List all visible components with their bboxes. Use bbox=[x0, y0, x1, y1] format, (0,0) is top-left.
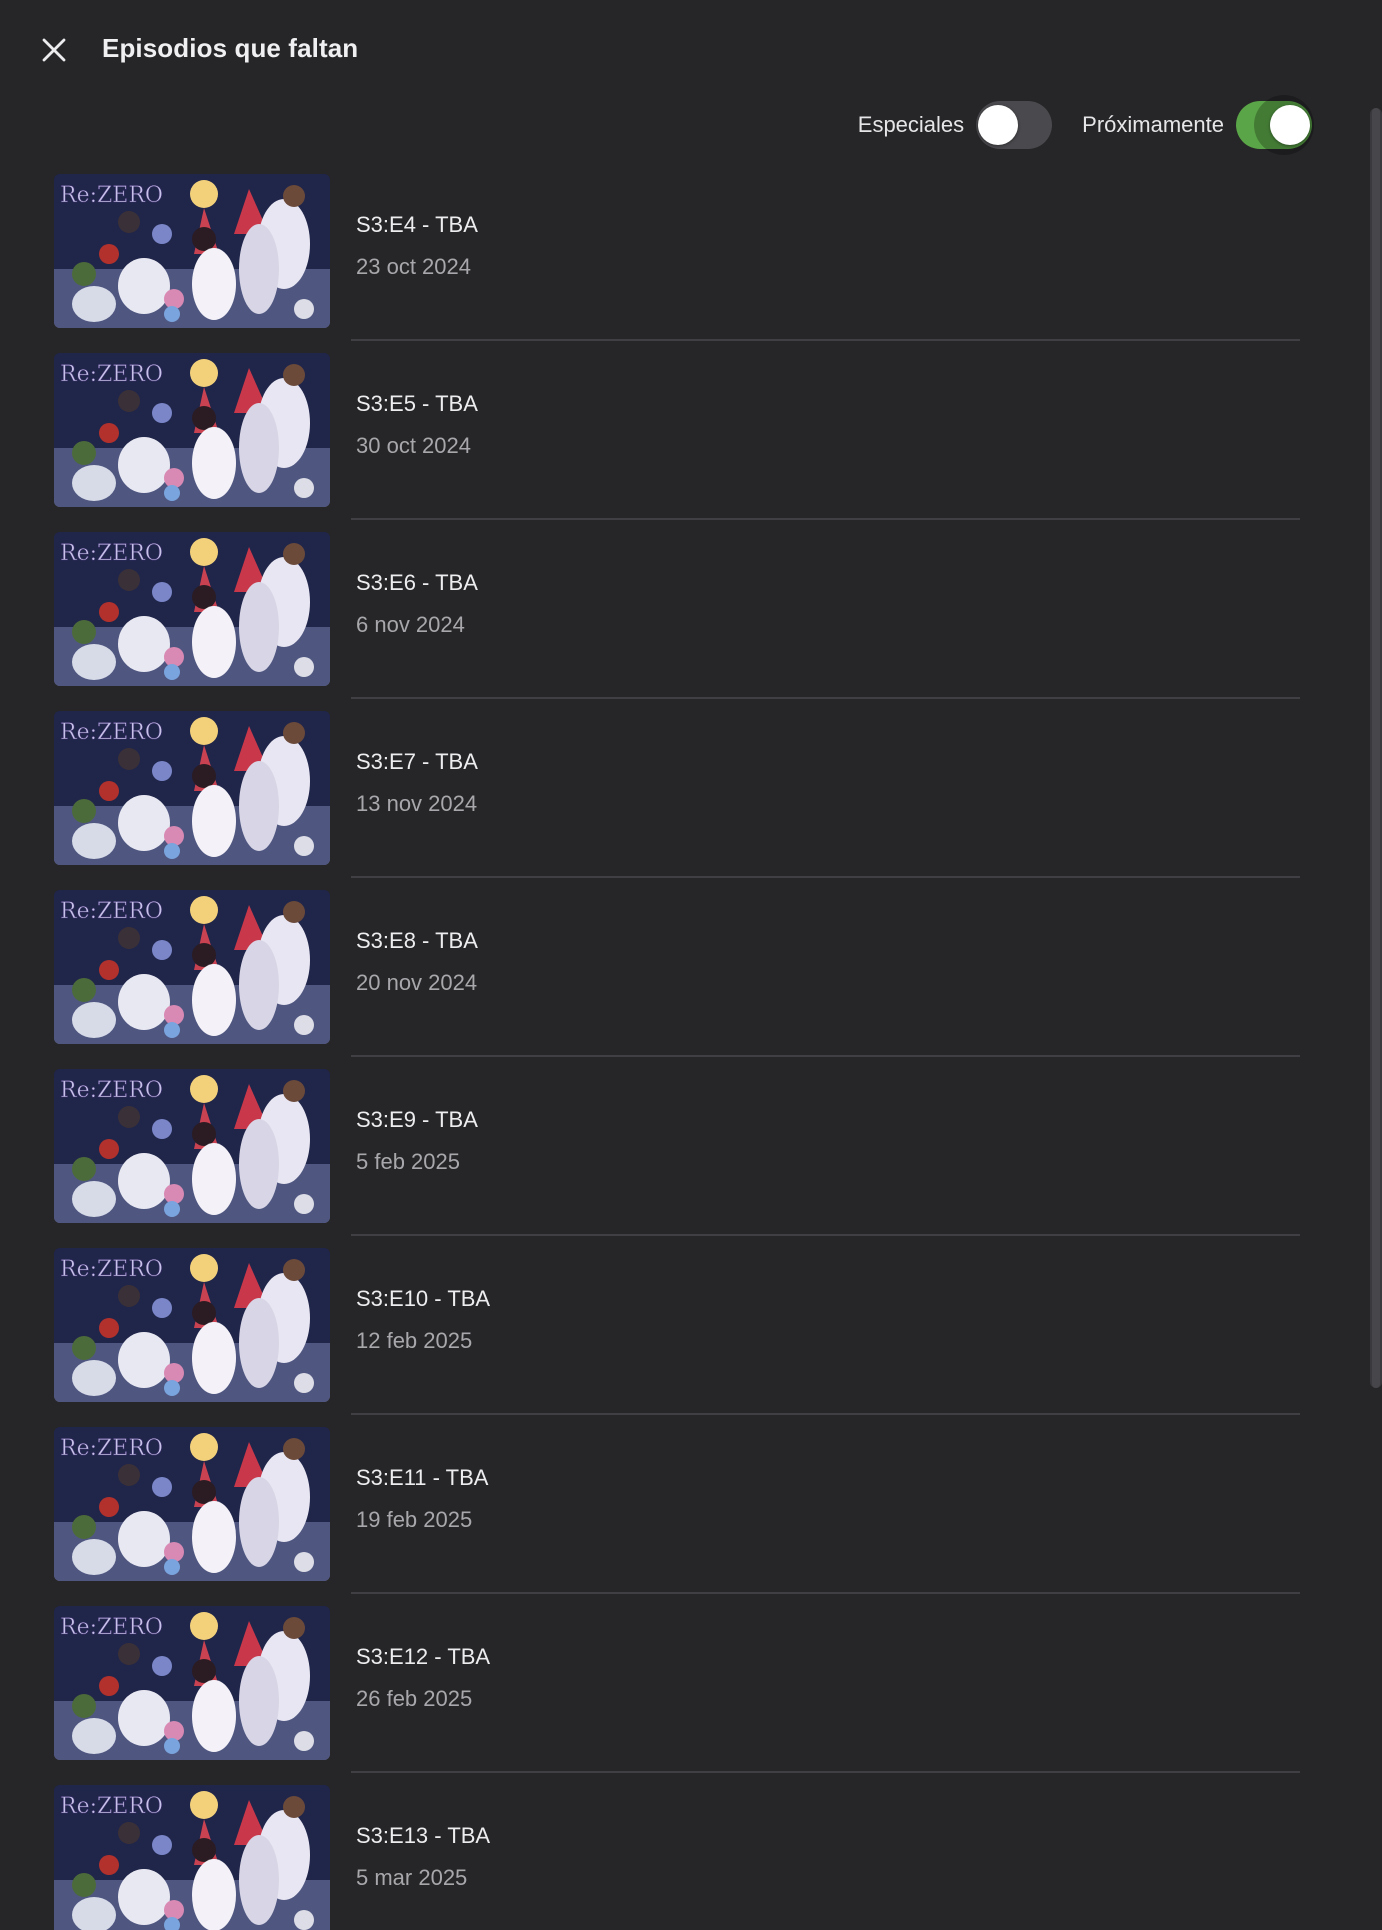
missing-episodes-screen: Episodios que faltan Especiales Próximam… bbox=[0, 0, 1382, 1930]
episode-row[interactable]: Re:ZERO S3:E12 - TBA 26 feb 2025 bbox=[0, 1604, 1320, 1783]
episode-title: S3:E4 - TBA bbox=[356, 212, 478, 237]
close-icon bbox=[42, 38, 66, 62]
episode-thumbnail: Re:ZERO bbox=[54, 711, 330, 865]
scrollbar[interactable] bbox=[1370, 108, 1382, 1388]
episode-date: 6 nov 2024 bbox=[356, 612, 465, 637]
episode-row[interactable]: Re:ZERO S3:E6 - TBA 6 nov 2024 bbox=[0, 530, 1320, 709]
switch-knob bbox=[1270, 105, 1310, 145]
header: Episodios que faltan bbox=[0, 0, 1382, 100]
episode-date: 20 nov 2024 bbox=[356, 970, 478, 995]
episode-thumbnail: Re:ZERO bbox=[54, 1069, 330, 1223]
episode-row[interactable]: Re:ZERO S3:E7 - TBA 13 nov 2024 bbox=[0, 709, 1320, 888]
episode-row[interactable]: Re:ZERO S3:E5 - TBA 30 oct 2024 bbox=[0, 351, 1320, 530]
episode-thumbnail: Re:ZERO bbox=[54, 1427, 330, 1581]
thumbnail-logo: Re:ZERO bbox=[60, 1615, 163, 1640]
thumbnail-logo: Re:ZERO bbox=[60, 183, 163, 208]
thumbnail-logo: Re:ZERO bbox=[60, 1078, 163, 1103]
divider bbox=[351, 518, 1300, 520]
filter-toggles: Especiales Próximamente bbox=[857, 95, 1314, 155]
divider bbox=[351, 1413, 1300, 1415]
episode-title: S3:E7 - TBA bbox=[356, 749, 478, 774]
episode-list: Re:ZERO S3:E4 - TBA 23 oct 2024 Re:ZERO … bbox=[0, 172, 1320, 1930]
thumbnail-logo: Re:ZERO bbox=[60, 1794, 163, 1819]
episode-title: S3:E10 - TBA bbox=[356, 1286, 491, 1311]
episode-thumbnail: Re:ZERO bbox=[54, 890, 330, 1044]
episode-row[interactable]: Re:ZERO S3:E4 - TBA 23 oct 2024 bbox=[0, 172, 1320, 351]
thumbnail-logo: Re:ZERO bbox=[60, 899, 163, 924]
specials-label: Especiales bbox=[857, 112, 965, 137]
thumbnail-logo: Re:ZERO bbox=[60, 541, 163, 566]
divider bbox=[351, 1055, 1300, 1057]
divider bbox=[351, 1771, 1300, 1773]
specials-toggle-group: Especiales bbox=[857, 101, 1053, 149]
episode-thumbnail: Re:ZERO bbox=[54, 1606, 330, 1760]
episode-title: S3:E5 - TBA bbox=[356, 391, 478, 416]
episode-date: 30 oct 2024 bbox=[356, 433, 471, 458]
thumbnail-logo: Re:ZERO bbox=[60, 1436, 163, 1461]
episode-title: S3:E11 - TBA bbox=[356, 1465, 489, 1490]
episode-date: 13 nov 2024 bbox=[356, 791, 478, 816]
upcoming-label: Próximamente bbox=[1082, 112, 1224, 137]
scrollbar-thumb[interactable] bbox=[1372, 108, 1380, 1388]
upcoming-switch[interactable] bbox=[1236, 95, 1314, 155]
specials-switch[interactable] bbox=[976, 101, 1053, 149]
episode-row[interactable]: Re:ZERO S3:E9 - TBA 5 feb 2025 bbox=[0, 1067, 1320, 1246]
episode-title: S3:E12 - TBA bbox=[356, 1644, 491, 1669]
switch-knob bbox=[978, 105, 1019, 145]
divider bbox=[351, 876, 1300, 878]
episode-thumbnail: Re:ZERO bbox=[54, 532, 330, 686]
episode-row[interactable]: Re:ZERO S3:E10 - TBA 12 feb 2025 bbox=[0, 1246, 1320, 1425]
episode-date: 19 feb 2025 bbox=[356, 1507, 473, 1532]
episode-row[interactable]: Re:ZERO S3:E13 - TBA 5 mar 2025 bbox=[0, 1783, 1320, 1930]
divider bbox=[351, 1592, 1300, 1594]
episode-title: S3:E13 - TBA bbox=[356, 1823, 491, 1848]
episode-date: 12 feb 2025 bbox=[356, 1328, 473, 1353]
episode-title: S3:E8 - TBA bbox=[356, 928, 478, 953]
episode-row[interactable]: Re:ZERO S3:E8 - TBA 20 nov 2024 bbox=[0, 888, 1320, 1067]
episode-date: 5 feb 2025 bbox=[356, 1149, 460, 1174]
divider bbox=[351, 1234, 1300, 1236]
upcoming-toggle-group: Próximamente bbox=[1082, 95, 1314, 155]
episode-thumbnail: Re:ZERO bbox=[54, 174, 330, 328]
close-button[interactable] bbox=[30, 26, 78, 74]
episode-date: 23 oct 2024 bbox=[356, 254, 471, 279]
episode-thumbnail: Re:ZERO bbox=[54, 1248, 330, 1402]
episode-thumbnail: Re:ZERO bbox=[54, 353, 330, 507]
episode-date: 26 feb 2025 bbox=[356, 1686, 473, 1711]
episode-thumbnail: Re:ZERO bbox=[54, 1785, 330, 1930]
divider bbox=[351, 339, 1300, 341]
thumbnail-logo: Re:ZERO bbox=[60, 720, 163, 745]
episode-row[interactable]: Re:ZERO S3:E11 - TBA 19 feb 2025 bbox=[0, 1425, 1320, 1604]
episode-title: S3:E6 - TBA bbox=[356, 570, 478, 595]
thumbnail-logo: Re:ZERO bbox=[60, 362, 163, 387]
thumbnail-logo: Re:ZERO bbox=[60, 1257, 163, 1282]
episode-date: 5 mar 2025 bbox=[356, 1865, 468, 1890]
divider bbox=[351, 697, 1300, 699]
episode-title: S3:E9 - TBA bbox=[356, 1107, 478, 1132]
page-title: Episodios que faltan bbox=[102, 33, 359, 63]
